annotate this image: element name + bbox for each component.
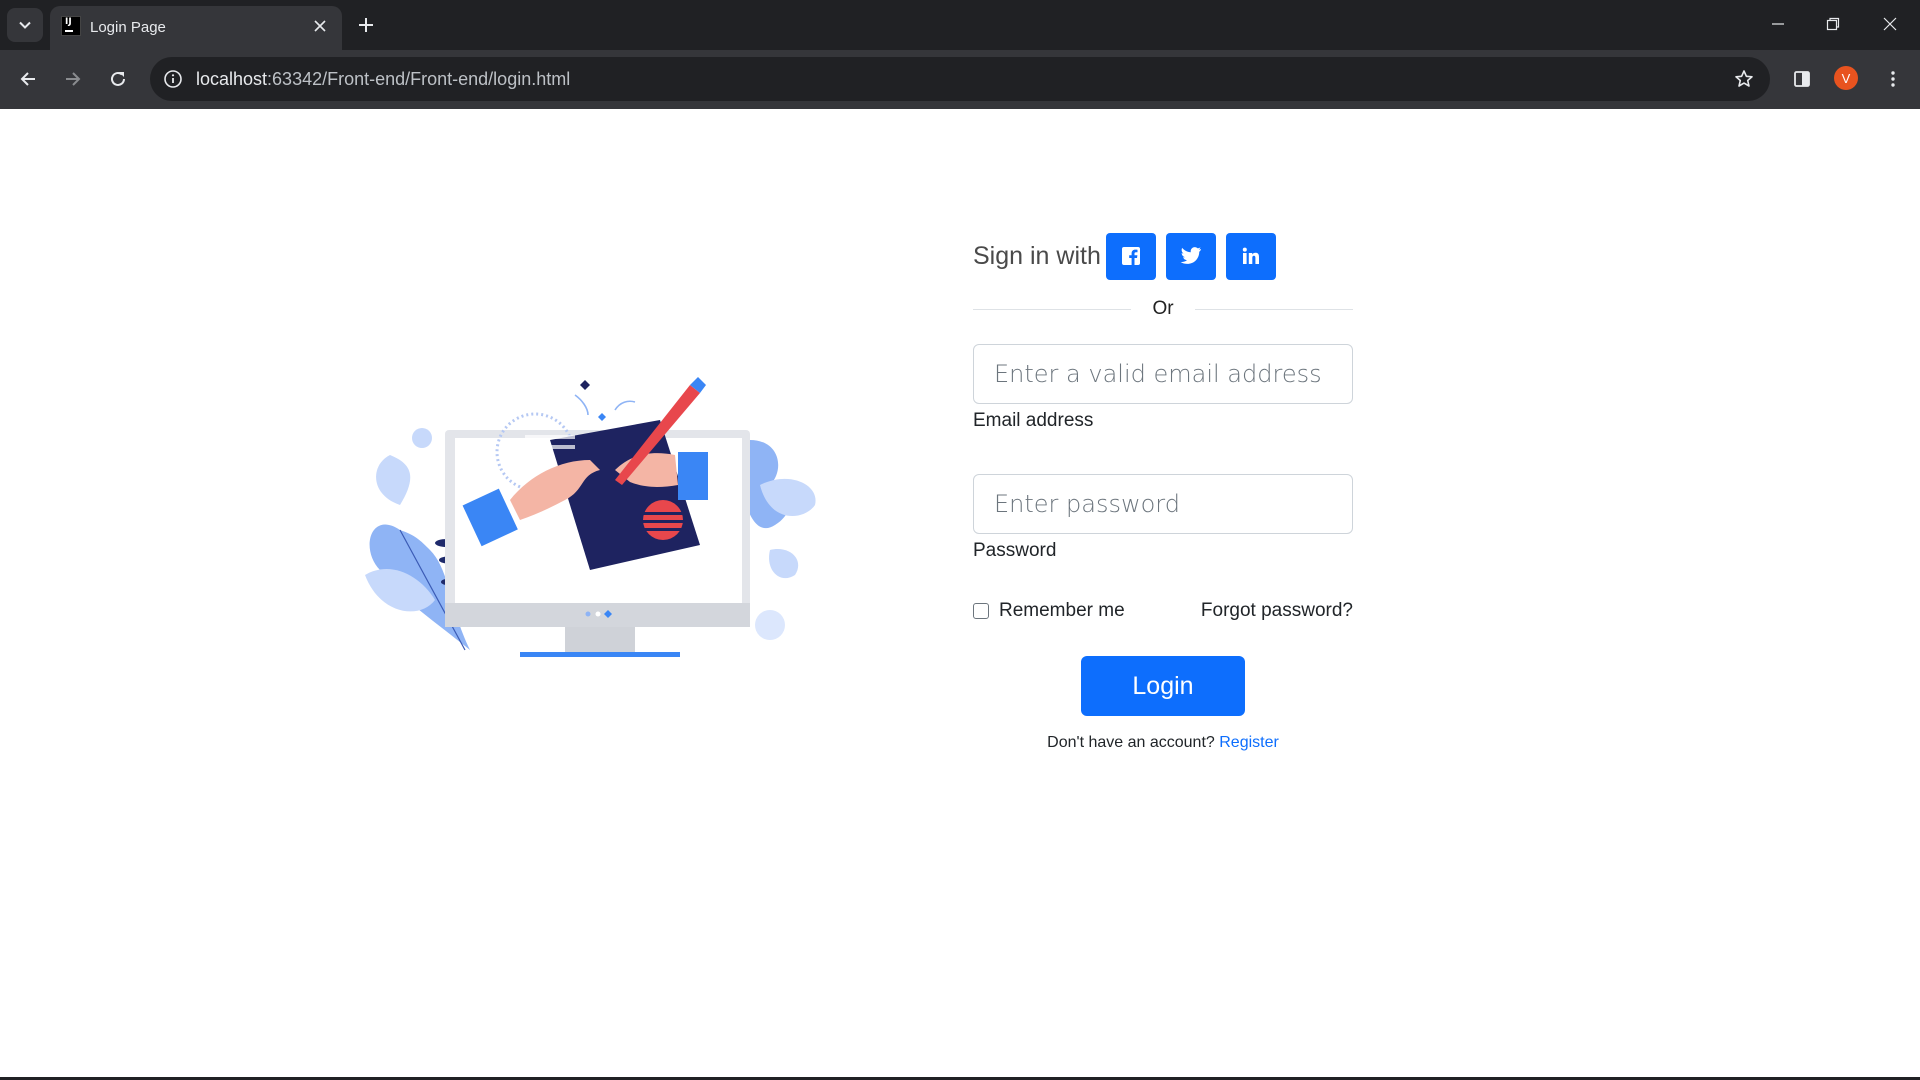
remember-me-label[interactable]: Remember me (999, 600, 1125, 622)
tab-close-button[interactable] (308, 14, 332, 38)
url-text: localhost:63342/Front-end/Front-end/logi… (196, 69, 570, 90)
remember-me-checkbox[interactable] (973, 603, 989, 619)
form-options-row: Remember me Forgot password? (973, 598, 1353, 628)
new-tab-button[interactable] (351, 10, 381, 40)
url-host: localhost (196, 69, 268, 89)
facebook-icon (1121, 247, 1140, 265)
minimize-icon (1772, 23, 1784, 25)
close-icon (314, 20, 326, 32)
twitter-login-button[interactable] (1165, 232, 1216, 280)
side-panel-icon (1794, 71, 1810, 87)
social-login-row: Sign in with (973, 232, 1353, 280)
email-input[interactable]: Enter a valid email address (973, 344, 1353, 404)
twitter-icon (1180, 247, 1201, 264)
facebook-login-button[interactable] (1105, 232, 1156, 280)
menu-button[interactable] (1876, 62, 1910, 96)
password-input[interactable]: Enter password (973, 474, 1353, 534)
login-form: Sign in with Or Enter a valid email addr… (973, 232, 1353, 752)
side-panel-button[interactable] (1785, 62, 1819, 96)
minimize-button[interactable] (1755, 8, 1801, 40)
browser-toolbar: localhost:63342/Front-end/Front-end/logi… (0, 50, 1920, 109)
close-window-button[interactable] (1867, 8, 1913, 40)
login-button[interactable]: Login (1081, 656, 1245, 716)
browser-tab-strip: IJ Login Page (0, 0, 1920, 50)
address-bar[interactable]: localhost:63342/Front-end/Front-end/logi… (150, 57, 1770, 101)
or-label: Or (1152, 298, 1174, 319)
reload-button[interactable] (101, 62, 135, 96)
register-link[interactable]: Register (1219, 734, 1279, 751)
restore-icon (1826, 17, 1840, 31)
profile-avatar[interactable]: V (1834, 66, 1858, 90)
register-row: Don't have an account? Register (973, 734, 1353, 752)
chevron-down-icon (19, 21, 31, 29)
info-icon (164, 70, 182, 88)
star-icon (1735, 70, 1753, 87)
plus-icon (359, 18, 373, 32)
no-account-text: Don't have an account? (1047, 734, 1215, 751)
kebab-menu-icon (1891, 71, 1895, 87)
or-divider: Or (973, 296, 1353, 324)
forgot-password-link[interactable]: Forgot password? (1201, 600, 1353, 622)
tab-search-button[interactable] (7, 8, 43, 42)
page-content (0, 109, 1920, 1078)
forward-button[interactable] (56, 62, 90, 96)
linkedin-icon (1242, 247, 1259, 264)
close-icon (1883, 17, 1897, 31)
url-path: :63342/Front-end/Front-end/login.html (267, 69, 571, 89)
arrow-left-icon (20, 72, 35, 86)
password-label: Password (973, 540, 1057, 561)
reload-icon (111, 71, 125, 86)
linkedin-login-button[interactable] (1225, 232, 1276, 280)
tab-title: Login Page (90, 19, 166, 36)
site-info-button[interactable] (158, 64, 188, 94)
back-button[interactable] (11, 62, 45, 96)
restore-button[interactable] (1810, 8, 1856, 40)
browser-tab[interactable]: IJ Login Page (50, 6, 342, 50)
email-label: Email address (973, 410, 1094, 431)
bookmark-button[interactable] (1730, 65, 1758, 93)
arrow-right-icon (66, 72, 81, 86)
intellij-favicon-icon: IJ (61, 16, 81, 36)
sign-in-with-label: Sign in with (973, 241, 1101, 270)
login-illustration (365, 377, 816, 657)
